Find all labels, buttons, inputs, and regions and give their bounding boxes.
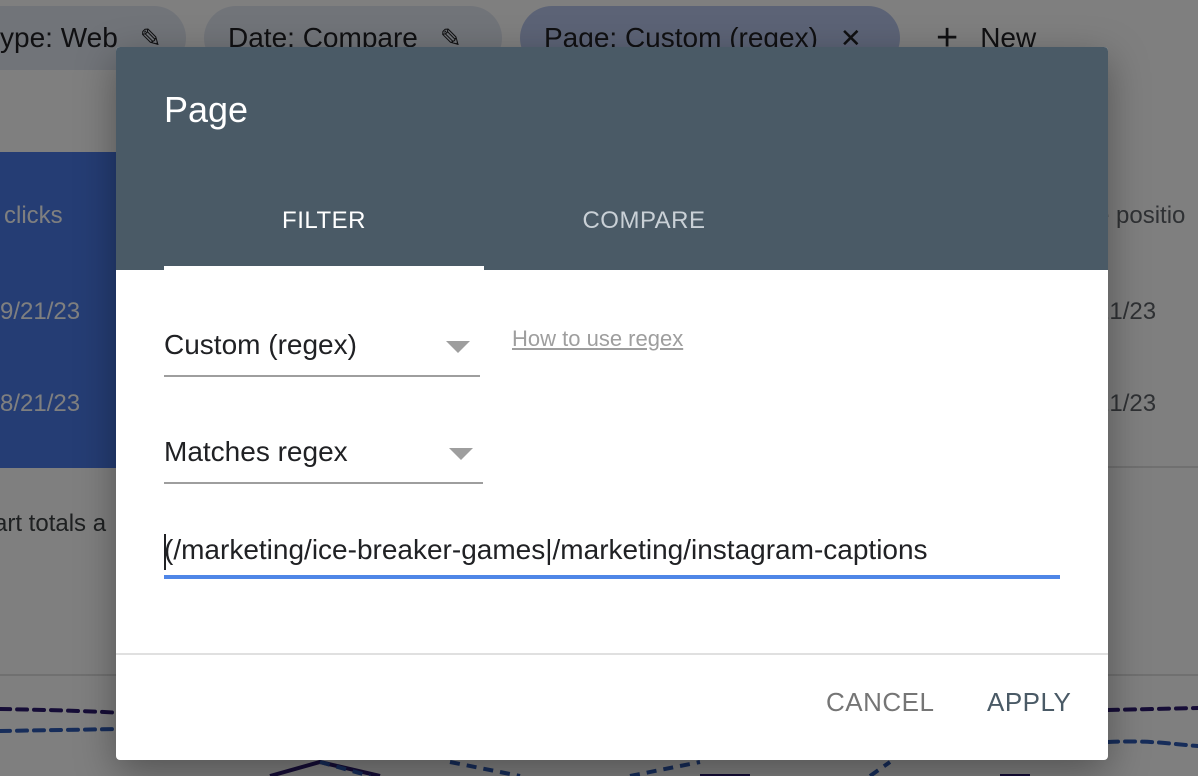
dialog-divider [116,653,1108,655]
filter-type-select[interactable]: Custom (regex) [164,315,480,377]
tab-selected-indicator [164,266,484,270]
regex-input[interactable] [164,531,1060,579]
cancel-button[interactable]: CANCEL [826,687,934,718]
select-value: Custom (regex) [164,329,357,360]
select-value: Matches regex [164,436,348,467]
dialog-header: Page FILTER COMPARE [116,47,1108,270]
tab-label: COMPARE [582,207,706,234]
how-to-use-regex-link[interactable]: How to use regex [512,326,683,352]
tab-filter[interactable]: FILTER [164,187,484,270]
apply-button[interactable]: APPLY [987,687,1071,718]
page-filter-dialog: Page FILTER COMPARE Custom (regex) How t… [116,47,1108,760]
dropdown-arrow-icon [446,341,470,353]
text-cursor [164,534,166,570]
match-operator-select[interactable]: Matches regex [164,422,483,484]
tab-label: FILTER [282,207,366,234]
dialog-title: Page [164,89,249,130]
tab-compare[interactable]: COMPARE [484,187,804,270]
dropdown-arrow-icon [449,448,473,460]
